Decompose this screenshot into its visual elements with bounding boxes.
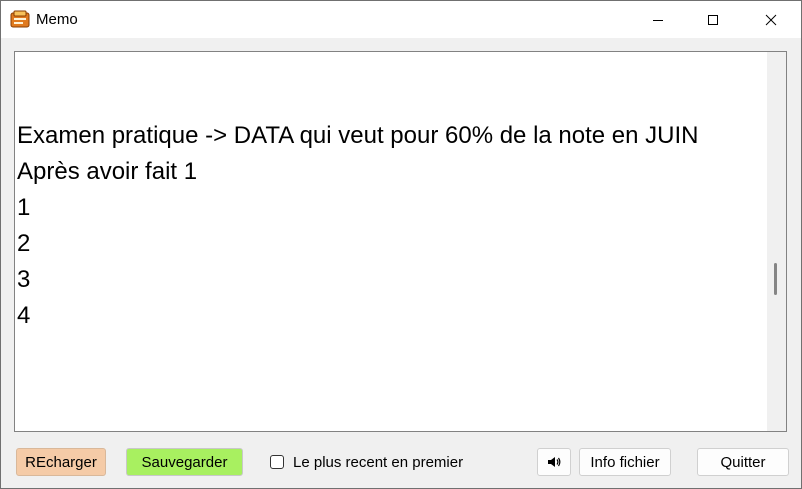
scrollbar-thumb[interactable]: [774, 263, 777, 295]
newest-first-label: Le plus recent en premier: [293, 453, 464, 471]
window-title: Memo: [36, 11, 78, 28]
speaker-icon: [548, 457, 561, 467]
close-icon: [765, 14, 777, 25]
memo-window: Memo Examen pratique -> DATA qui veut po…: [0, 0, 802, 489]
newest-first-checkbox[interactable]: [270, 455, 284, 469]
file-info-button[interactable]: Info fichier: [579, 448, 671, 476]
minimize-icon: [653, 19, 663, 21]
maximize-icon: [708, 14, 718, 25]
minimize-button[interactable]: [635, 1, 681, 38]
memo-text-content[interactable]: Examen pratique -> DATA qui veut pour 60…: [17, 118, 757, 334]
save-button[interactable]: Sauvegarder: [126, 448, 243, 476]
memo-text-area[interactable]: Examen pratique -> DATA qui veut pour 60…: [14, 51, 787, 432]
close-button[interactable]: [748, 1, 794, 38]
sound-button[interactable]: [537, 448, 571, 476]
reload-button[interactable]: REcharger: [16, 448, 106, 476]
memo-app-icon: [10, 10, 30, 28]
maximize-button[interactable]: [690, 1, 736, 38]
title-bar[interactable]: Memo: [1, 1, 801, 38]
quit-button[interactable]: Quitter: [697, 448, 789, 476]
newest-first-option[interactable]: Le plus recent en premier: [270, 452, 463, 472]
vertical-scrollbar[interactable]: [767, 52, 786, 431]
